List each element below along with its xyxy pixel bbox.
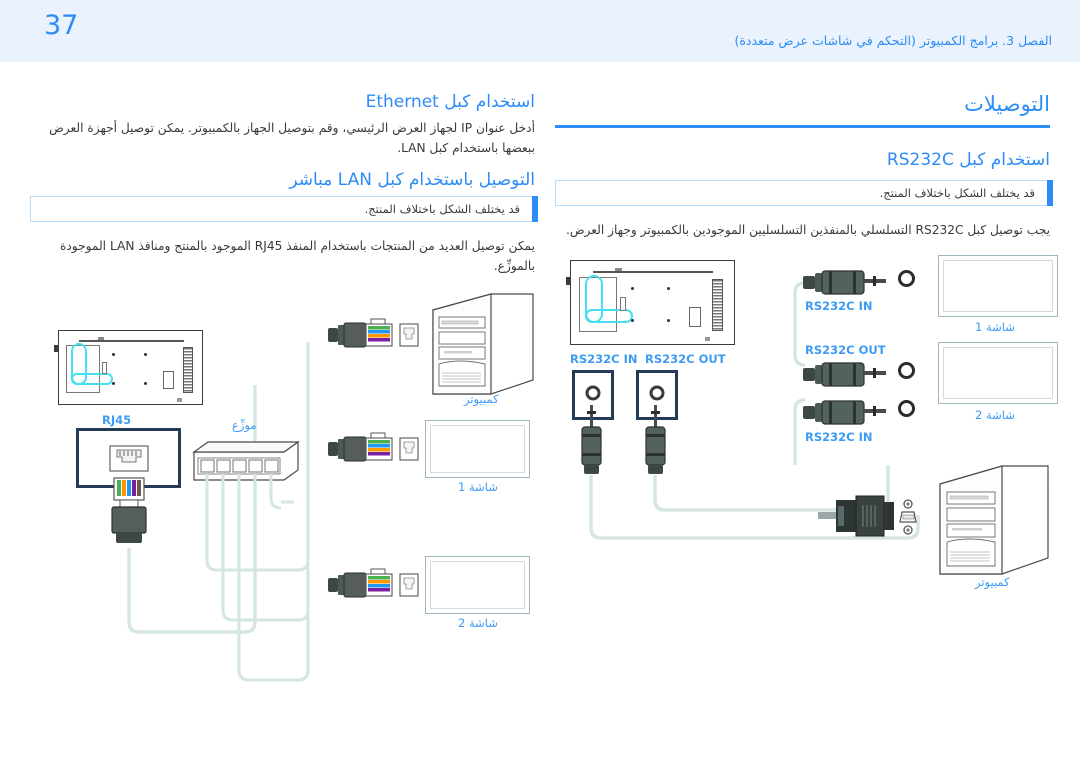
- rj45-plug-vertical: [111, 477, 147, 543]
- network-hub: [192, 440, 300, 510]
- section-title-rule: [555, 125, 1050, 128]
- screen-2-lan: [425, 556, 530, 614]
- label-screen-1-lan: شاشة 1: [458, 480, 498, 494]
- label-computer-lan: كمبيوتر: [464, 392, 499, 406]
- display-back-panel: [566, 260, 735, 345]
- page-header-banner: [0, 0, 1080, 62]
- label-screen2-rs232c-out: RS232C OUT: [805, 343, 886, 357]
- label-rj45: RJ45: [102, 413, 132, 427]
- label-hub: موزِّع: [232, 418, 257, 432]
- subsection-title-rs232c: استخدام كبل RS232C: [886, 150, 1050, 170]
- note-text-lan: قد يختلف الشكل باختلاف المنتج.: [364, 202, 520, 217]
- jack-ring-screen2-out: [898, 362, 915, 379]
- rj45-plug-screen2: [328, 568, 419, 598]
- label-screen-2-lan: شاشة 2: [458, 616, 498, 630]
- screen-2: [938, 342, 1058, 404]
- subsection-title-direct-lan: التوصيل باستخدام كبل LAN مباشر: [289, 170, 535, 191]
- label-screen2-rs232c-in: RS232C IN: [805, 430, 873, 444]
- display-back-panel-lan: [54, 330, 203, 405]
- left-column: استخدام كبل Ethernet أدخل عنوان IP لجهاز…: [30, 92, 538, 289]
- label-computer-rs232c: كمبيوتر: [975, 575, 1010, 589]
- label-rs232c-in-port: RS232C IN: [570, 352, 638, 366]
- note-text: قد يختلف الشكل باختلاف المنتج.: [879, 186, 1035, 200]
- lan-diagram: RJ45 موزِّع كمبيوتر شاشة 1 شاشة 2: [40, 293, 540, 682]
- label-screen1-rs232c-in: RS232C IN: [805, 299, 873, 313]
- note-box-lan: قد يختلف الشكل باختلاف المنتج.: [30, 196, 538, 223]
- dsub-connector: [818, 495, 917, 537]
- rs232c-diagram: RS232C IN RS232C OUT RS232C IN شاشة 1 RS…: [560, 250, 1070, 600]
- rj45-plug-screen1: [328, 432, 419, 462]
- computer-tower-rs232c: [939, 465, 1049, 575]
- note-box-rs232c: قد يختلف الشكل باختلاف المنتج.: [555, 180, 1053, 206]
- section-title-connections: التوصيلات: [964, 92, 1050, 116]
- paragraph-ethernet-1: أدخل عنوان IP لجهاز العرض الرئيسي، وقم ب…: [49, 121, 535, 156]
- rj45-jack-icon: [109, 445, 149, 472]
- label-screen-1: شاشة 1: [975, 320, 1015, 334]
- right-column: التوصيلات استخدام كبل RS232C قد يختلف ال…: [555, 92, 1053, 252]
- paragraph-rs232c: يجب توصيل كبل RS232C التسلسلي بالمنفذين …: [565, 223, 1050, 237]
- subsection-title-ethernet: استخدام كبل Ethernet: [365, 92, 535, 112]
- jack-ring-screen1: [898, 270, 915, 287]
- jack-ring-screen2-in: [898, 400, 915, 417]
- document-page: 37 الفصل 3. برامج الكمبيوتر (التحكم في ش…: [0, 0, 1080, 763]
- label-rs232c-out-port: RS232C OUT: [645, 352, 726, 366]
- chapter-title: الفصل 3. برامج الكمبيوتر (التحكم في شاشا…: [734, 33, 1053, 48]
- screen-1-lan: [425, 420, 530, 478]
- hub-branch-cables: [205, 342, 310, 682]
- page-number: 37: [44, 10, 79, 41]
- rj45-plug-computer: [328, 318, 419, 348]
- label-screen-2: شاشة 2: [975, 408, 1015, 422]
- screen-1: [938, 255, 1058, 317]
- paragraph-ethernet-2: يمكن توصيل العديد من المنتجات باستخدام ا…: [59, 239, 535, 274]
